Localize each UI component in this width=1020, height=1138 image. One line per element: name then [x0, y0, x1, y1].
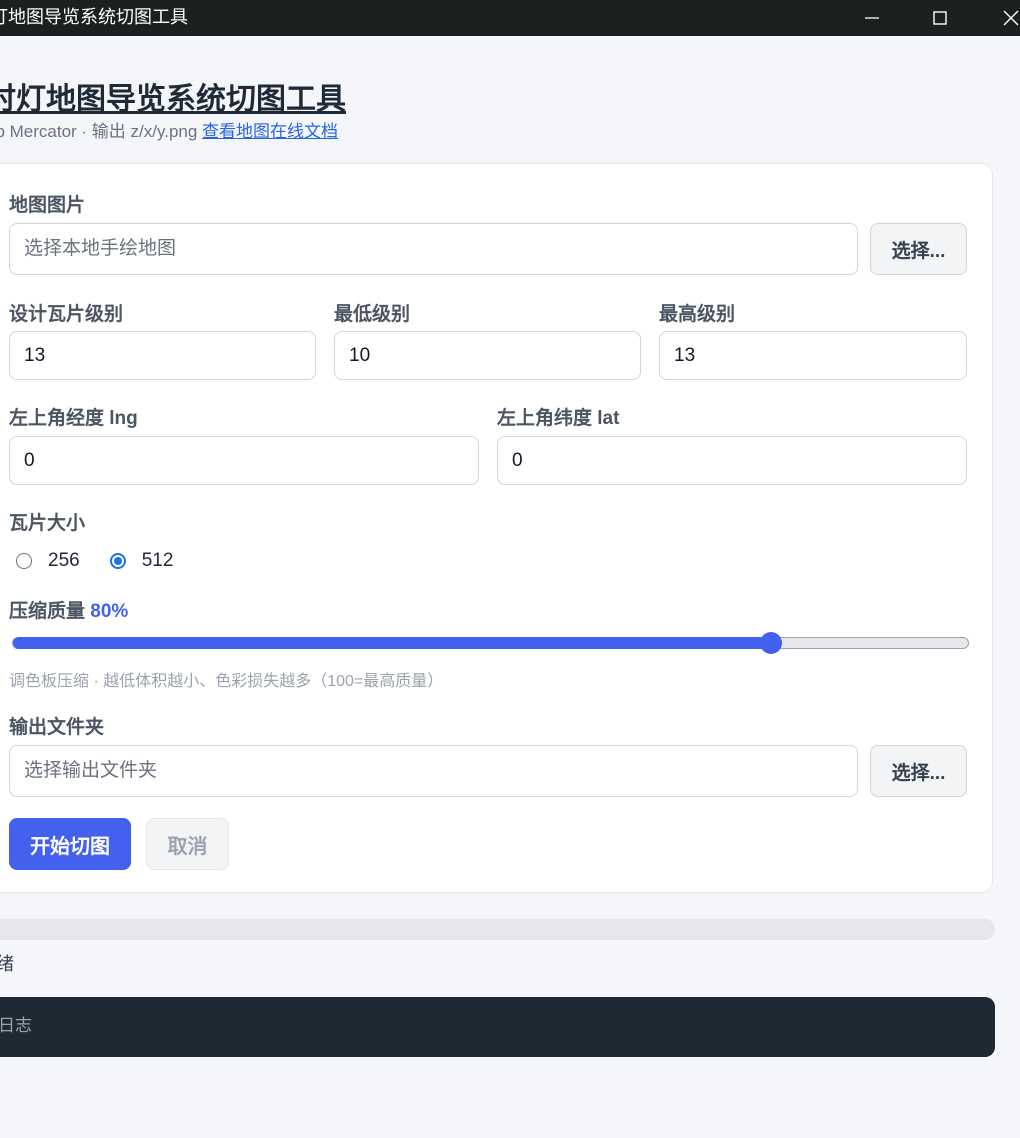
- minimize-button[interactable]: [849, 0, 895, 36]
- quality-label: 压缩质量 80%: [9, 596, 128, 623]
- close-button[interactable]: [988, 0, 1020, 36]
- page-subtitle: eb Mercator · 输出 z/x/y.png 查看地图在线文档: [0, 117, 338, 142]
- min-level-input[interactable]: [334, 331, 641, 380]
- progress-bar: [0, 919, 995, 940]
- choose-map-button[interactable]: 选择...: [870, 223, 967, 275]
- lng-input[interactable]: [9, 436, 479, 485]
- projection-info: eb Mercator · 输出 z/x/y.png: [0, 122, 198, 141]
- window-title: 灯地图导览系统切图工具: [0, 7, 188, 27]
- output-folder-input[interactable]: [9, 745, 858, 797]
- tile-size-256-label: 256: [48, 550, 80, 571]
- max-level-input[interactable]: [659, 331, 967, 380]
- quality-value: 80%: [90, 601, 129, 622]
- map-image-input[interactable]: [9, 223, 858, 275]
- status-text: 绪: [0, 954, 14, 974]
- design-level-input[interactable]: [9, 331, 316, 380]
- start-slicing-button[interactable]: 开始切图: [9, 818, 131, 870]
- tile-size-radio-group: 256 512: [16, 549, 203, 573]
- tile-size-label: 瓦片大小: [9, 513, 86, 534]
- lat-label: 左上角纬度 lat: [497, 408, 620, 429]
- page-title: 时灯地图导览系统切图工具: [0, 83, 346, 116]
- tile-size-option-512[interactable]: 512: [109, 550, 174, 572]
- lat-input[interactable]: [497, 436, 967, 485]
- log-placeholder: 日志: [0, 1016, 32, 1035]
- doc-link[interactable]: 查看地图在线文档: [202, 122, 338, 141]
- log-panel: 日志: [0, 997, 995, 1057]
- quality-label-text: 压缩质量: [9, 601, 86, 622]
- radio-unchecked-icon[interactable]: [16, 553, 32, 569]
- quality-slider-track[interactable]: [12, 637, 969, 649]
- max-level-label: 最高级别: [659, 304, 736, 325]
- cancel-button[interactable]: 取消: [146, 818, 229, 870]
- maximize-icon: [933, 11, 947, 25]
- tile-size-512-label: 512: [141, 550, 174, 571]
- map-image-label: 地图图片: [9, 195, 86, 216]
- maximize-button[interactable]: [917, 0, 963, 36]
- minimize-icon: [865, 17, 879, 19]
- choose-output-button[interactable]: 选择...: [870, 745, 967, 797]
- min-level-label: 最低级别: [334, 304, 411, 325]
- design-level-label: 设计瓦片级别: [9, 304, 124, 325]
- radio-checked-icon[interactable]: [109, 553, 126, 569]
- quality-slider-fill: [13, 637, 772, 649]
- quality-slider-thumb[interactable]: [760, 632, 782, 654]
- lng-label: 左上角经度 lng: [9, 408, 138, 429]
- output-folder-label: 输出文件夹: [9, 717, 105, 738]
- window-titlebar: 灯地图导览系统切图工具: [0, 0, 1020, 36]
- close-icon: [1003, 10, 1019, 26]
- quality-hint: 调色板压缩 · 越低体积越小、色彩损失越多（100=最高质量）: [9, 673, 444, 690]
- tile-size-option-256[interactable]: 256: [16, 550, 80, 572]
